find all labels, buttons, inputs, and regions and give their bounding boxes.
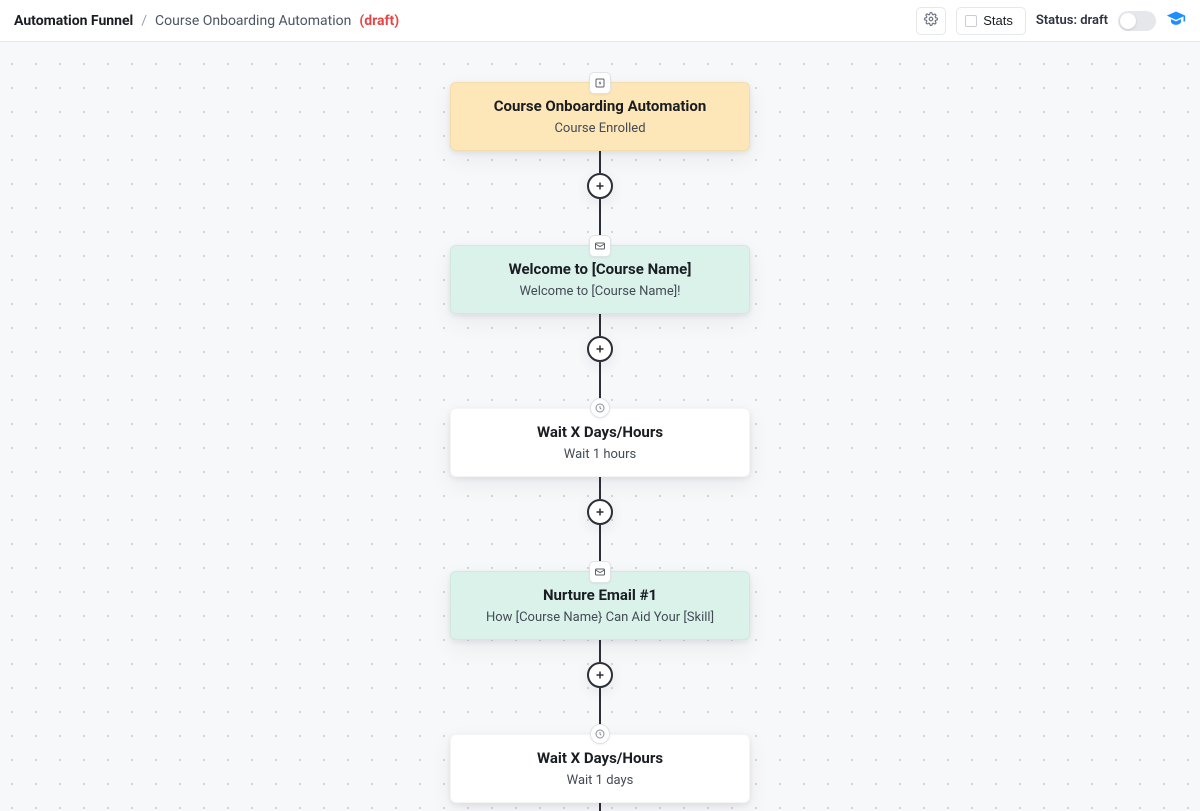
node-title: Wait X Days/Hours [467, 749, 733, 767]
connector [587, 640, 613, 734]
gear-icon [924, 12, 938, 29]
node-email[interactable]: Welcome to [Course Name] Welcome to [Cou… [450, 245, 750, 314]
add-step-button[interactable] [587, 662, 613, 688]
email-icon [589, 235, 611, 257]
clock-icon [590, 724, 610, 744]
add-step-button[interactable] [587, 336, 613, 362]
node-wait[interactable]: Wait X Days/Hours Wait 1 days [450, 734, 750, 803]
help-button[interactable] [1166, 9, 1186, 33]
connector [587, 477, 613, 571]
stats-label: Stats [983, 13, 1013, 28]
node-subtitle: How [Course Name} Can Aid Your [Skill] [467, 610, 733, 625]
plus-icon [594, 666, 606, 685]
status-label: Status: draft [1036, 13, 1108, 28]
node-title: Course Onboarding Automation [467, 97, 733, 115]
breadcrumb-root[interactable]: Automation Funnel [14, 13, 133, 29]
header-actions: Stats Status: draft [916, 7, 1186, 35]
connector [587, 151, 613, 245]
node-subtitle: Wait 1 hours [467, 447, 733, 462]
email-icon [589, 561, 611, 583]
plus-icon [594, 340, 606, 359]
canvas[interactable]: Course Onboarding Automation Course Enro… [0, 42, 1200, 811]
header: Automation Funnel / Course Onboarding Au… [0, 0, 1200, 42]
flow: Course Onboarding Automation Course Enro… [0, 42, 1200, 811]
toggle-knob [1120, 13, 1136, 29]
clock-icon [590, 398, 610, 418]
breadcrumb: Automation Funnel / Course Onboarding Au… [14, 13, 399, 29]
node-title: Welcome to [Course Name] [467, 260, 733, 278]
node-title: Nurture Email #1 [467, 586, 733, 604]
node-title: Wait X Days/Hours [467, 423, 733, 441]
breadcrumb-funnel-name: Course Onboarding Automation [155, 13, 351, 29]
node-wait[interactable]: Wait X Days/Hours Wait 1 hours [450, 408, 750, 477]
graduation-cap-icon [1166, 9, 1186, 33]
node-subtitle: Wait 1 days [467, 773, 733, 788]
breadcrumb-separator: / [141, 13, 147, 29]
plus-icon [594, 177, 606, 196]
add-step-button[interactable] [587, 499, 613, 525]
node-trigger[interactable]: Course Onboarding Automation Course Enro… [450, 82, 750, 151]
stats-button[interactable]: Stats [956, 7, 1026, 35]
connector [599, 803, 601, 811]
stats-checkbox-icon [965, 15, 977, 27]
node-subtitle: Welcome to [Course Name]! [467, 284, 733, 299]
add-step-button[interactable] [587, 173, 613, 199]
plus-icon [594, 503, 606, 522]
node-subtitle: Course Enrolled [467, 121, 733, 136]
connector [587, 314, 613, 408]
node-email[interactable]: Nurture Email #1 How [Course Name} Can A… [450, 571, 750, 640]
settings-button[interactable] [916, 7, 946, 35]
status-toggle[interactable] [1118, 11, 1156, 31]
trigger-icon [589, 72, 611, 94]
breadcrumb-draft-tag: (draft) [359, 13, 399, 29]
